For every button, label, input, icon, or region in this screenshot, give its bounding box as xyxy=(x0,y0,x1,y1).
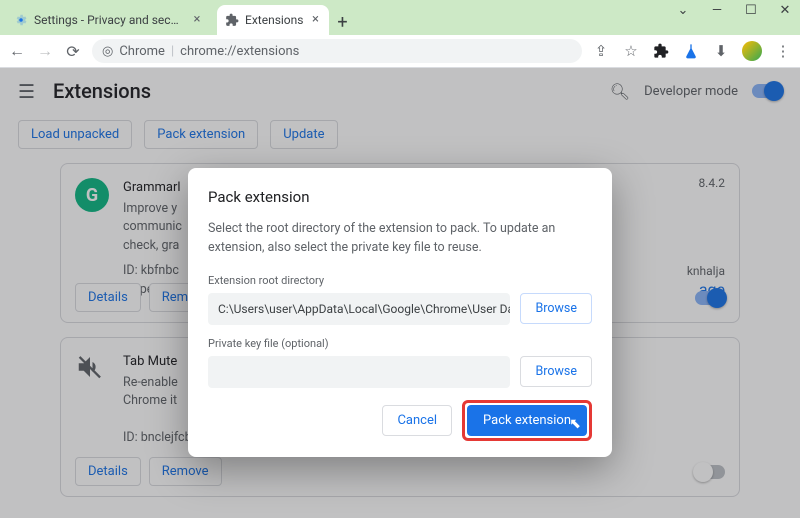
tab-title: Settings - Privacy and security xyxy=(34,13,185,27)
forward-button[interactable]: → xyxy=(36,41,54,61)
gear-icon xyxy=(14,13,28,27)
tab-title: Extensions xyxy=(245,13,303,27)
reload-button[interactable]: ⟳ xyxy=(64,42,82,61)
pack-extension-dialog: Pack extension Select the root directory… xyxy=(188,168,612,457)
browse-key-button[interactable]: Browse xyxy=(520,356,592,387)
profile-avatar[interactable] xyxy=(742,41,762,61)
extensions-page: ☰ Extensions 🔍︎ Developer mode Load unpa… xyxy=(0,68,800,518)
pack-extension-submit-button[interactable]: Pack extension ⬉ xyxy=(467,405,587,436)
cancel-button[interactable]: Cancel xyxy=(382,405,452,436)
close-icon[interactable]: × xyxy=(309,14,321,26)
new-tab-button[interactable]: + xyxy=(329,9,355,35)
key-file-input[interactable] xyxy=(208,356,510,388)
bookmark-icon[interactable]: ☆ xyxy=(622,42,640,60)
downloads-icon[interactable]: ⬇ xyxy=(712,42,730,60)
back-button[interactable]: ← xyxy=(8,41,26,61)
chrome-icon: ◎ xyxy=(102,44,113,59)
root-dir-input[interactable]: C:\Users\user\AppData\Local\Google\Chrom… xyxy=(208,293,510,325)
close-icon[interactable]: × xyxy=(191,14,203,26)
minimize-button[interactable]: ― xyxy=(708,3,726,18)
address-bar: ← → ⟳ ◎ Chrome | chrome://extensions ⇪ ☆… xyxy=(0,35,800,68)
share-icon[interactable]: ⇪ xyxy=(592,42,610,60)
extensions-puzzle-icon[interactable] xyxy=(652,42,670,60)
key-file-label: Private key file (optional) xyxy=(208,337,592,350)
kebab-menu-icon[interactable]: ⋮ xyxy=(774,42,792,60)
omnibox[interactable]: ◎ Chrome | chrome://extensions xyxy=(92,39,582,63)
close-window-button[interactable]: ✕ xyxy=(776,3,794,18)
tab-extensions[interactable]: Extensions × xyxy=(217,5,329,35)
tab-settings-privacy[interactable]: Settings - Privacy and security × xyxy=(6,5,211,35)
puzzle-icon xyxy=(225,13,239,27)
dialog-title: Pack extension xyxy=(208,188,592,206)
flask-icon[interactable] xyxy=(682,42,700,60)
window-controls: ⌄ ― ☐ ✕ xyxy=(674,3,794,18)
dialog-description: Select the root directory of the extensi… xyxy=(208,220,592,258)
url-text: chrome://extensions xyxy=(180,44,299,59)
root-dir-label: Extension root directory xyxy=(208,274,592,287)
cursor-icon: ⬉ xyxy=(569,416,581,432)
maximize-button[interactable]: ☐ xyxy=(742,3,760,18)
url-scheme: Chrome xyxy=(119,44,165,59)
browser-titlebar: Settings - Privacy and security × Extens… xyxy=(0,0,800,35)
browse-root-button[interactable]: Browse xyxy=(520,293,592,324)
pack-extension-highlight: Pack extension ⬉ xyxy=(462,400,592,441)
chevron-down-icon[interactable]: ⌄ xyxy=(674,3,692,18)
